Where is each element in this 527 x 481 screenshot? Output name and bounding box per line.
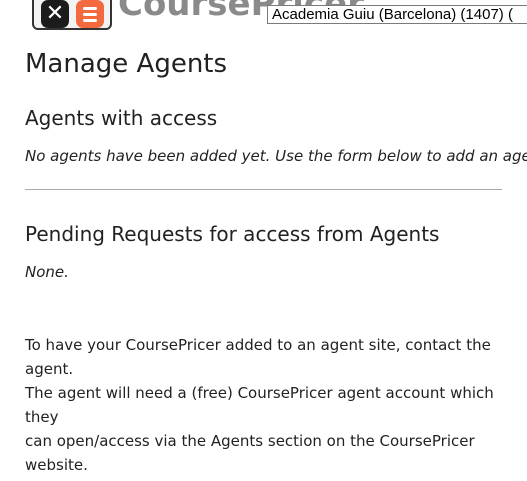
menu-icon — [76, 0, 104, 28]
school-select[interactable]: Academia Guiu (Barcelona) (1407) ( — [267, 5, 527, 24]
close-x-icon: ✕ — [41, 0, 69, 28]
agents-with-access-heading: Agents with access — [25, 106, 218, 130]
section-divider — [25, 189, 502, 190]
page-title: Manage Agents — [25, 49, 228, 79]
pending-empty-message: None. — [25, 263, 69, 281]
coursepricer-logo[interactable]: ✕ — [32, 0, 112, 30]
info-line: can open/access via the Agents section o… — [25, 432, 475, 474]
main-content: Manage Agents Agents with access No agen… — [25, 45, 527, 477]
info-line: To have your CoursePricer added to an ag… — [25, 336, 491, 378]
info-paragraph: To have your CoursePricer added to an ag… — [25, 333, 502, 477]
agents-empty-message: No agents have been added yet. Use the f… — [25, 147, 527, 165]
pending-requests-heading: Pending Requests for access from Agents — [25, 222, 440, 246]
page: ✕ CoursePricer Academia Guiu (Barcelona)… — [0, 0, 527, 481]
info-line: The agent will need a (free) CoursePrice… — [25, 384, 494, 426]
